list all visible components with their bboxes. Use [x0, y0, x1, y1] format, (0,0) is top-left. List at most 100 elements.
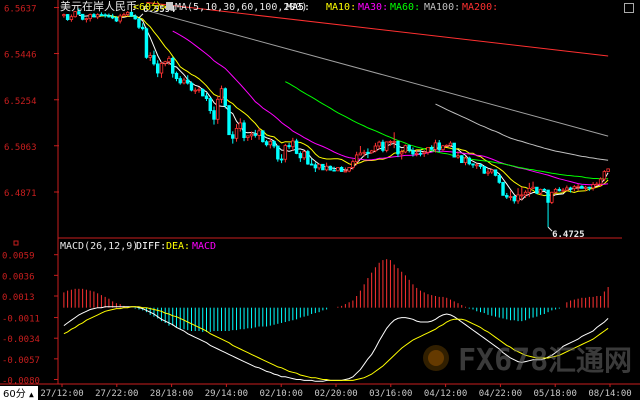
candle[interactable]	[171, 56, 175, 78]
candle[interactable]	[219, 85, 224, 104]
candle[interactable]	[602, 170, 607, 182]
candle[interactable]	[328, 165, 333, 171]
candle[interactable]	[163, 60, 167, 67]
candle[interactable]	[471, 163, 475, 168]
candle[interactable]	[535, 186, 539, 194]
candle[interactable]	[291, 137, 295, 151]
candle[interactable]	[606, 168, 610, 172]
candle[interactable]	[497, 174, 501, 184]
candle[interactable]	[264, 139, 269, 147]
candle[interactable]	[512, 195, 517, 204]
candle[interactable]	[321, 163, 325, 171]
candle[interactable]	[565, 185, 569, 192]
candle[interactable]	[546, 189, 550, 228]
price-chart-canvas[interactable]: 6.56376.54466.52546.50636.4871 0.00590.0…	[0, 0, 640, 400]
candle[interactable]	[441, 145, 445, 152]
candle[interactable]	[216, 96, 220, 124]
candle[interactable]	[373, 142, 378, 153]
candle[interactable]	[347, 167, 351, 173]
candle[interactable]	[505, 192, 509, 199]
candle[interactable]	[84, 17, 89, 23]
candle[interactable]	[155, 60, 160, 78]
candle[interactable]	[92, 13, 96, 18]
candle[interactable]	[80, 13, 85, 21]
candle[interactable]	[482, 166, 486, 174]
candle[interactable]	[433, 139, 438, 153]
candle[interactable]	[65, 14, 70, 21]
candle[interactable]	[193, 87, 197, 94]
candle[interactable]	[369, 149, 374, 154]
candle[interactable]	[103, 13, 107, 18]
candle[interactable]	[486, 168, 490, 176]
candle[interactable]	[591, 182, 595, 191]
candle[interactable]	[261, 130, 265, 143]
candle[interactable]	[201, 88, 205, 97]
candle[interactable]	[182, 77, 186, 85]
legend-toggle-icon[interactable]	[166, 2, 173, 10]
candle[interactable]	[452, 142, 456, 158]
candle[interactable]	[140, 23, 145, 31]
candle[interactable]	[287, 142, 291, 149]
candle[interactable]	[294, 138, 299, 155]
candle[interactable]	[306, 149, 310, 165]
candle[interactable]	[429, 145, 434, 151]
period-arrow-icon[interactable]: ▲	[29, 390, 34, 399]
candle[interactable]	[204, 93, 209, 101]
candle[interactable]	[520, 186, 524, 201]
candle[interactable]	[426, 147, 430, 155]
candle[interactable]	[227, 105, 231, 136]
period-button-label[interactable]: 60分	[3, 388, 26, 400]
candle[interactable]	[490, 169, 494, 174]
candle[interactable]	[107, 13, 111, 18]
candle[interactable]	[437, 139, 441, 153]
candle[interactable]	[460, 155, 464, 164]
candle[interactable]	[208, 97, 212, 114]
candle[interactable]	[553, 187, 558, 194]
candle[interactable]	[501, 181, 505, 196]
candle[interactable]	[542, 188, 547, 191]
candle[interactable]	[88, 13, 92, 22]
candle[interactable]	[137, 17, 141, 29]
candle[interactable]	[309, 158, 314, 166]
candle[interactable]	[572, 185, 577, 192]
candle[interactable]	[580, 185, 584, 189]
candle[interactable]	[279, 154, 284, 164]
candle[interactable]	[557, 187, 562, 192]
candle[interactable]	[467, 156, 471, 166]
candle[interactable]	[212, 106, 216, 125]
candle[interactable]	[174, 71, 179, 82]
candle[interactable]	[242, 120, 246, 142]
period-button[interactable]: 60分 ▲	[0, 386, 38, 400]
candle[interactable]	[118, 13, 122, 24]
candle[interactable]	[366, 148, 370, 159]
candle[interactable]	[231, 131, 235, 144]
candle[interactable]	[159, 61, 164, 78]
candle[interactable]	[576, 184, 580, 191]
candle[interactable]	[133, 14, 137, 20]
candle[interactable]	[550, 191, 554, 205]
candle[interactable]	[62, 13, 66, 18]
candle[interactable]	[422, 150, 426, 157]
candle[interactable]	[234, 124, 239, 142]
candle[interactable]	[475, 163, 479, 169]
candle[interactable]	[298, 151, 303, 162]
candle[interactable]	[272, 140, 276, 149]
candle[interactable]	[144, 27, 149, 59]
candle[interactable]	[317, 163, 321, 171]
candle[interactable]	[283, 143, 288, 163]
candle[interactable]	[339, 166, 344, 172]
candle[interactable]	[561, 187, 565, 193]
candle[interactable]	[516, 188, 520, 204]
candle[interactable]	[407, 144, 411, 153]
candle[interactable]	[148, 52, 152, 61]
candle[interactable]	[69, 14, 74, 22]
candle[interactable]	[178, 76, 182, 85]
candle[interactable]	[381, 139, 385, 153]
candle[interactable]	[95, 13, 100, 20]
window-toggle-icon[interactable]	[624, 3, 634, 13]
candle[interactable]	[396, 140, 400, 158]
candle[interactable]	[152, 50, 156, 66]
candle[interactable]	[403, 144, 408, 154]
candle[interactable]	[392, 132, 396, 149]
candle[interactable]	[302, 150, 306, 160]
